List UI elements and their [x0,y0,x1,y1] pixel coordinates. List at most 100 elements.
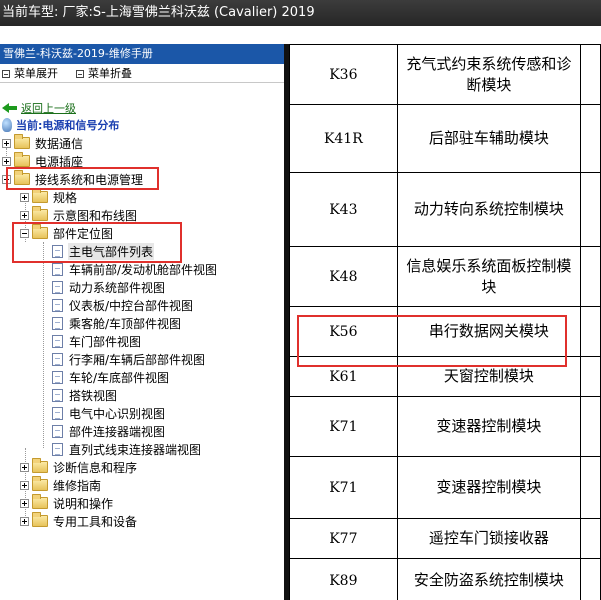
component-code: K48 [289,246,398,307]
table-cell-empty [580,104,601,173]
document-icon [52,262,63,276]
folder-icon [32,476,48,491]
table-row: K71 变速器控制模块 [289,396,601,457]
component-code: K89 [289,558,398,600]
collapse-toggle-icon[interactable] [20,228,29,238]
tree-item-cabin-roof-view[interactable]: 乘客舱/车顶部件视图 [52,314,182,332]
tree-item-label: 示意图和布线图 [53,208,138,223]
tree-item-specs[interactable]: 规格 [20,188,78,206]
component-name: 变速器控制模块 [396,456,582,519]
component-code: K71 [289,456,398,519]
expand-toggle-icon[interactable] [2,138,11,148]
table-cell-empty [580,44,601,105]
tree-item-door-view[interactable]: 车门部件视图 [52,332,142,350]
window-title: 当前车型: 厂家:S-上海雪佛兰科沃兹 (Cavalier) 2019 [2,5,315,20]
expand-toggle-icon[interactable] [20,462,29,472]
back-link-label: 返回上一级 [21,102,76,115]
tree-item-main-components-list[interactable]: 主电气部件列表 [52,242,155,260]
folder-icon [32,512,48,527]
component-code: K36 [289,44,398,105]
back-link[interactable]: 返回上一级 [2,100,76,116]
manual-title-header: 雪佛兰-科沃兹-2019-维修手册 [0,44,284,64]
tree-item-label: 车门部件视图 [69,334,142,349]
tree-item-label: 专用工具和设备 [53,514,138,529]
document-icon [52,424,63,438]
tree-item-label: 数据通信 [35,136,84,151]
tree-item-label: 行李厢/车辆后部部件视图 [69,352,206,367]
document-icon [52,406,63,420]
expand-toggle-icon[interactable] [20,498,29,508]
back-arrow-icon [2,102,18,114]
table-row: K48 信息娱乐系统面板控制模块 [289,246,601,307]
table-row: K61 天窗控制模块 [289,356,601,397]
table-row: K43 动力转向系统控制模块 [289,172,601,247]
tree-item-connector-end-view[interactable]: 部件连接器端视图 [52,422,166,440]
document-icon [52,352,63,366]
tree-item-dash-console-view[interactable]: 仪表板/中控台部件视图 [52,296,194,314]
tree-item-diagnostics[interactable]: 诊断信息和程序 [20,458,138,476]
collapse-all-label: 菜单折叠 [88,67,132,80]
tree-item-label: 搭铁视图 [69,388,118,403]
expand-toggle-icon[interactable] [20,210,29,220]
table-cell-empty [580,396,601,457]
toolbar-strip [0,26,601,44]
tree-item-front-engine-view[interactable]: 车辆前部/发动机舱部件视图 [52,260,218,278]
expand-toggle-icon[interactable] [20,516,29,526]
window-title-bar: 当前车型: 厂家:S-上海雪佛兰科沃兹 (Cavalier) 2019 [0,0,601,26]
document-icon [52,334,63,348]
document-icon [52,388,63,402]
tree-item-label: 仪表板/中控台部件视图 [69,298,194,313]
document-icon [52,316,63,330]
document-icon [52,370,63,384]
expand-toggle-icon[interactable] [2,156,11,166]
expand-icon [2,70,10,78]
component-name: 天窗控制模块 [396,356,582,397]
component-name: 安全防盗系统控制模块 [396,558,582,600]
tree-item-component-locator[interactable]: 部件定位图 [20,224,114,242]
document-icon [52,298,63,312]
collapse-toggle-icon[interactable] [2,174,11,184]
expand-all-label: 菜单展开 [14,67,58,80]
tree-item-label: 维修指南 [53,478,102,493]
folder-icon [32,188,48,203]
table-cell-empty [580,456,601,519]
document-icon [52,442,63,456]
tree-item-label: 车轮/车底部件视图 [69,370,170,385]
tree-item-trunk-rear-view[interactable]: 行李厢/车辆后部部件视图 [52,350,206,368]
tree-item-power-socket[interactable]: 电源插座 [2,152,84,170]
folder-icon [32,494,48,509]
tree-item-label: 车辆前部/发动机舱部件视图 [69,262,218,277]
component-name: 遥控车门锁接收器 [396,518,582,559]
collapse-all-button[interactable]: 菜单折叠 [76,65,132,83]
tree-item-ground-view[interactable]: 搭铁视图 [52,386,118,404]
expand-all-button[interactable]: 菜单展开 [2,65,58,83]
tree-item-powertrain-view[interactable]: 动力系统部件视图 [52,278,166,296]
tree-item-inline-harness-view[interactable]: 直列式线束连接器端视图 [52,440,202,458]
table-row: K77 遥控车门锁接收器 [289,518,601,559]
expand-toggle-icon[interactable] [20,192,29,202]
tree-item-schematics[interactable]: 示意图和布线图 [20,206,138,224]
tree-item-label: 规格 [53,190,78,205]
tree-item-repair-guide[interactable]: 维修指南 [20,476,102,494]
table-cell-empty [580,356,601,397]
component-name: 动力转向系统控制模块 [396,172,582,247]
table-cell-empty [580,246,601,307]
tree-item-wheel-chassis-view[interactable]: 车轮/车底部件视图 [52,368,170,386]
tree-item-special-tools[interactable]: 专用工具和设备 [20,512,138,530]
tree-item-center-id-view[interactable]: 电气中心识别视图 [52,404,166,422]
tree-item-description-operation[interactable]: 说明和操作 [20,494,114,512]
components-table: K36 充气式约束系统传感和诊断模块 K41R 后部驻车辅助模块 K43 动力转… [289,44,601,600]
table-cell-empty [580,172,601,247]
tree-item-data-comm[interactable]: 数据通信 [2,134,84,152]
folder-icon [14,152,30,167]
open-folder-icon [32,224,48,239]
tree-item-label: 接线系统和电源管理 [35,172,144,187]
tree-item-wiring-power-mgmt[interactable]: 接线系统和电源管理 [2,170,144,188]
component-code: K61 [289,356,398,397]
location-pin-icon [2,118,12,132]
expand-toggle-icon[interactable] [20,480,29,490]
table-row: K56 串行数据网关模块 [289,306,601,357]
tree-item-label: 诊断信息和程序 [53,460,138,475]
component-name: 串行数据网关模块 [396,306,582,357]
component-code: K71 [289,396,398,457]
